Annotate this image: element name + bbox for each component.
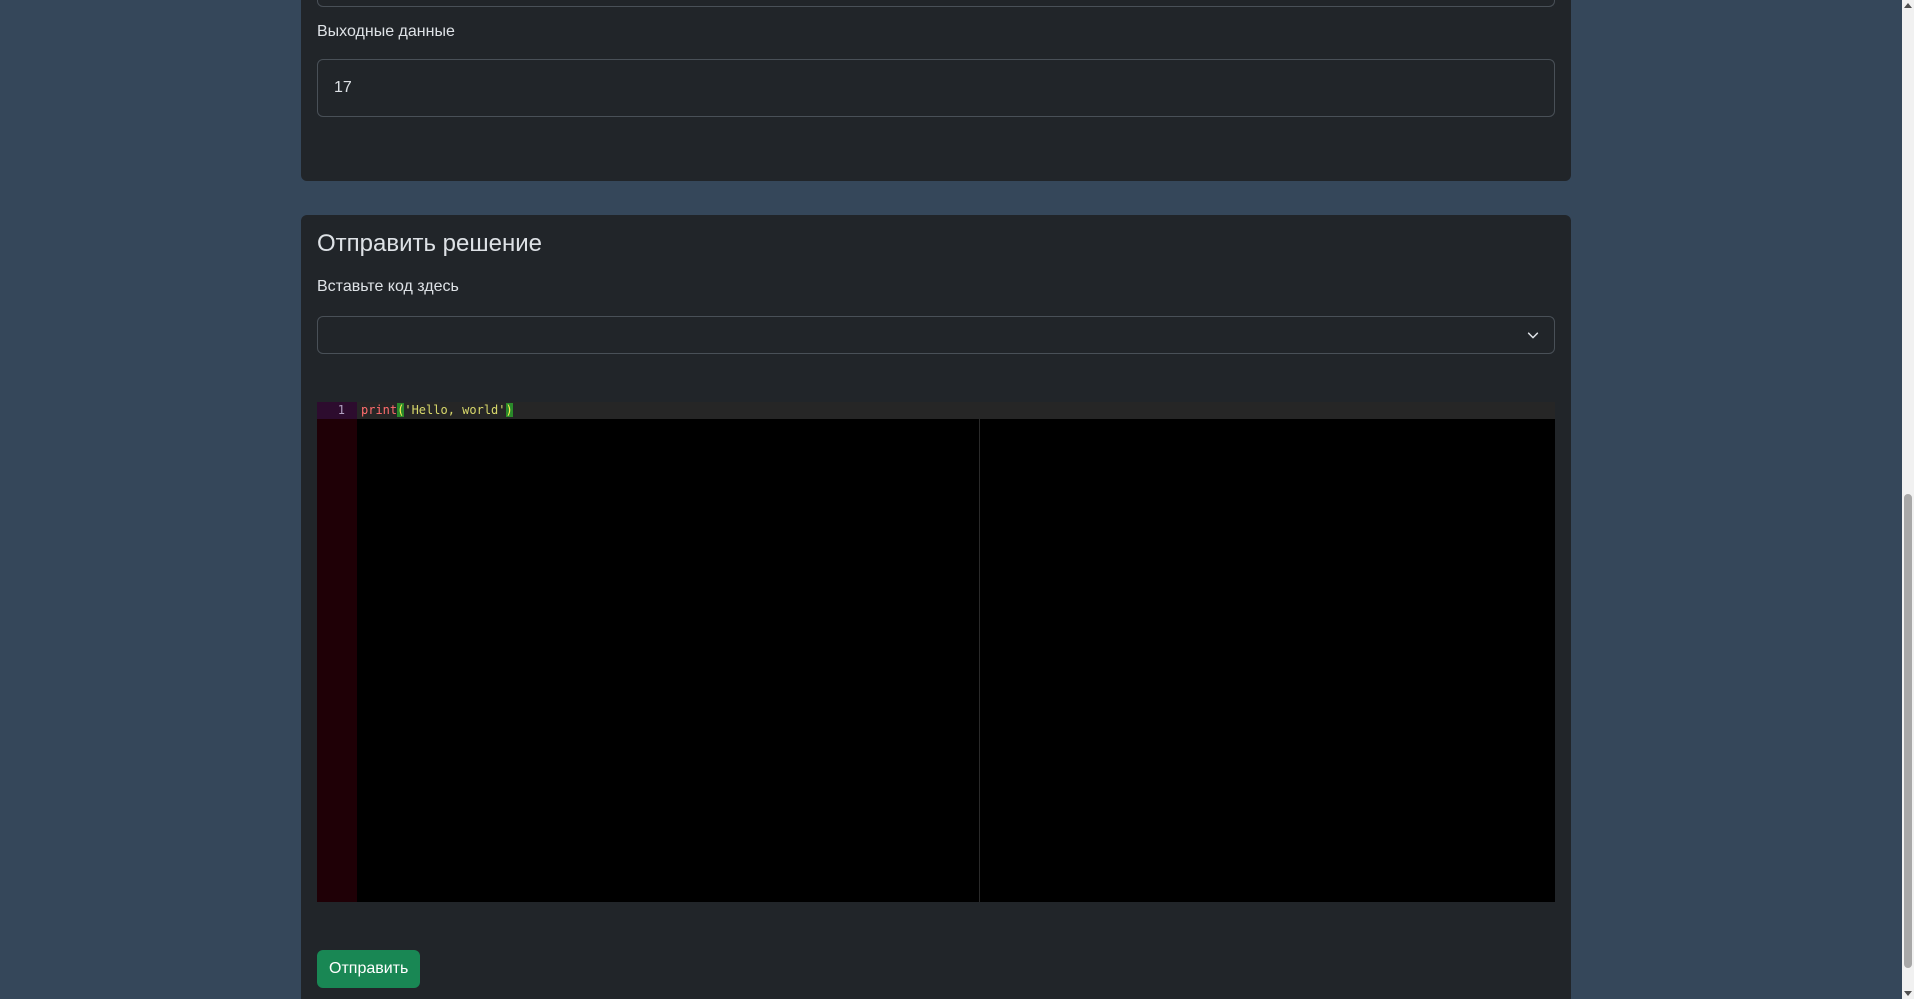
page: Выходные данные 17 Отправить решение Вст… bbox=[0, 0, 1914, 999]
output-value-box: 17 bbox=[317, 59, 1555, 117]
submit-section-title: Отправить решение bbox=[317, 230, 542, 257]
scroll-up-arrow-icon[interactable] bbox=[1904, 3, 1912, 8]
scroll-down-arrow-icon[interactable] bbox=[1904, 991, 1912, 996]
editor-print-margin bbox=[979, 419, 980, 902]
paste-code-label: Вставьте код здесь bbox=[317, 278, 459, 295]
submit-button[interactable]: Отправить bbox=[317, 950, 421, 988]
line-number: 1 bbox=[337, 403, 345, 417]
output-card: Выходные данные 17 bbox=[301, 0, 1571, 181]
editor-gutter bbox=[317, 402, 357, 902]
code-editor[interactable]: 1 print('Hello, world') bbox=[317, 402, 1555, 902]
code-token-close-paren: ) bbox=[505, 403, 513, 417]
page-scrollbar[interactable] bbox=[1902, 0, 1914, 999]
language-select[interactable] bbox=[317, 316, 1555, 354]
output-value: 17 bbox=[334, 79, 352, 96]
chevron-down-icon bbox=[1527, 332, 1539, 339]
code-token-function: print bbox=[361, 403, 398, 417]
output-label: Выходные данные bbox=[317, 23, 455, 40]
code-token-string: 'Hello, world' bbox=[404, 403, 506, 417]
code-line[interactable]: print('Hello, world') bbox=[361, 402, 513, 419]
submit-card: Отправить решение Вставьте код здесь 1 p… bbox=[301, 215, 1571, 999]
scrollbar-thumb[interactable] bbox=[1904, 494, 1912, 968]
input-field-bottom-edge bbox=[317, 0, 1555, 7]
